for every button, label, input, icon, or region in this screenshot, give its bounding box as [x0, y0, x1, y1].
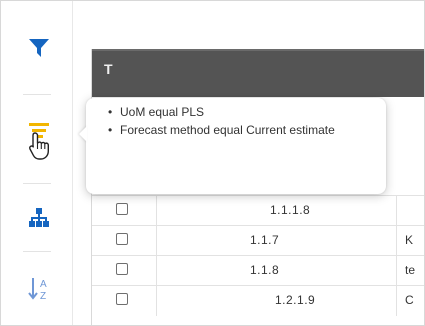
funnel-filter-icon — [29, 39, 49, 57]
filter-condition: • Forecast method equal Current estimate — [108, 123, 335, 137]
sort-button[interactable]: A Z — [19, 269, 59, 309]
row-code: 1.2.1.9 — [275, 293, 316, 307]
hand-pointer-cursor-icon — [29, 132, 49, 160]
table-row[interactable]: 1.1.7 K — [92, 225, 424, 256]
bullet-icon: • — [108, 123, 113, 137]
bullet-icon: • — [108, 105, 113, 119]
grid-header-label: T — [104, 61, 113, 77]
hierarchy-button[interactable] — [19, 198, 59, 238]
grid-header: T — [92, 49, 424, 97]
row-checkbox[interactable] — [116, 263, 128, 275]
hierarchy-icon — [29, 208, 49, 227]
active-filters-tooltip: • UoM equal PLS • Forecast method equal … — [86, 98, 386, 194]
svg-text:Z: Z — [40, 291, 46, 302]
row-code: 1.1.8 — [250, 263, 280, 277]
row-checkbox[interactable] — [116, 233, 128, 245]
app-frame: T 1.1.1.8 1.1.7 K 1.1.8 te 1.2.1.9 C A Z… — [0, 0, 425, 326]
row-name: K — [405, 233, 414, 247]
table-row[interactable]: 1.1.8 te — [92, 255, 424, 286]
left-toolbar: A Z — [1, 1, 73, 325]
row-checkbox[interactable] — [116, 203, 128, 215]
sort-az-icon: A Z — [28, 278, 47, 302]
row-name: te — [405, 263, 416, 277]
row-name: C — [405, 293, 414, 307]
filter-condition: • UoM equal PLS — [108, 105, 205, 119]
table-row[interactable]: 1.2.1.9 C — [92, 285, 424, 316]
svg-text:A: A — [40, 279, 47, 290]
row-checkbox[interactable] — [116, 293, 128, 305]
row-code: 1.1.1.8 — [270, 203, 311, 217]
row-code: 1.1.7 — [250, 233, 280, 247]
filter-button[interactable] — [19, 28, 59, 68]
filter-conditions-list: • UoM equal PLS • Forecast method equal … — [108, 103, 376, 139]
table-row[interactable]: 1.1.1.8 — [92, 195, 424, 226]
